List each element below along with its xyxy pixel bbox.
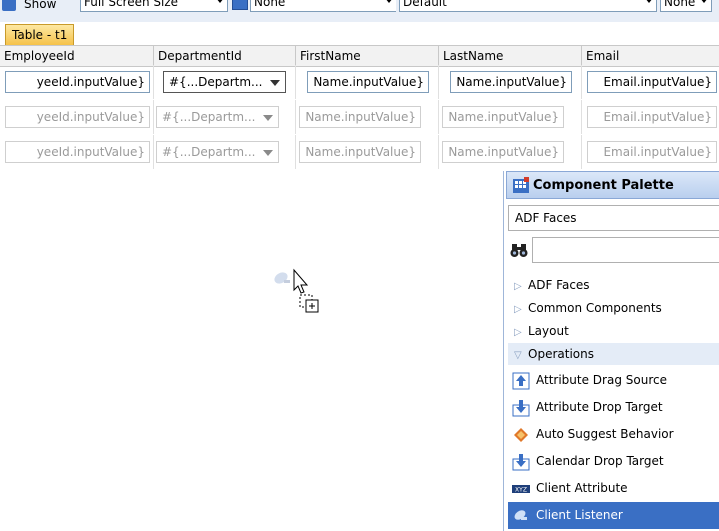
drag-cursor — [272, 268, 332, 318]
table-header-row: EmployeeId DepartmentId FirstName LastNa… — [0, 45, 719, 67]
firstname-input[interactable]: Name.inputValue} — [307, 71, 429, 93]
binoculars-icon — [510, 244, 528, 257]
employeeid-input[interactable]: yeeId.inputValue} — [5, 71, 150, 93]
expand-arrow-icon: ▷ — [514, 304, 522, 315]
collapse-arrow-icon: ▽ — [514, 350, 522, 361]
lastname-input[interactable]: Name.inputValue} — [442, 106, 564, 128]
palette-item-attribute-drop-target[interactable]: Attribute Drop Target — [508, 394, 719, 421]
skin-icon — [232, 0, 248, 10]
palette-search-input[interactable] — [532, 237, 719, 263]
palette-item-attribute-drag-source[interactable]: Attribute Drag Source — [508, 367, 719, 394]
component-palette: Component Palette ADF Faces ▷ ADF Faces ▷… — [503, 171, 719, 531]
table-row: yeeId.inputValue} #{...Departm... Name.i… — [0, 100, 719, 134]
skin-select[interactable]: None — [250, 0, 396, 12]
email-input[interactable]: Email.inputValue} — [587, 141, 717, 163]
category-common-components[interactable]: ▷ Common Components — [508, 297, 719, 319]
firstname-input[interactable]: Name.inputValue} — [299, 106, 421, 128]
chevron-down-icon — [270, 80, 280, 86]
right-select[interactable]: None — [660, 0, 712, 12]
client-attribute-icon: XYZ — [512, 484, 530, 493]
column-header-employeeid[interactable]: EmployeeId — [0, 46, 154, 66]
email-input[interactable]: Email.inputValue} — [587, 71, 717, 93]
designer-toolbar: Show Full Screen Size None Default None — [0, 0, 719, 22]
chevron-down-icon — [263, 115, 273, 121]
expand-arrow-icon: ▷ — [514, 327, 522, 338]
chevron-down-icon — [263, 150, 273, 156]
palette-item-client-attribute[interactable]: XYZ Client Attribute — [508, 475, 719, 502]
table-tab[interactable]: Table - t1 — [5, 24, 75, 45]
palette-item-auto-suggest-behavior[interactable]: Auto Suggest Behavior — [508, 421, 719, 448]
client-listener-icon — [514, 509, 527, 520]
palette-item-client-listener[interactable]: Client Listener — [508, 502, 719, 529]
column-header-firstname[interactable]: FirstName — [296, 46, 439, 66]
palette-title: Component Palette — [533, 177, 674, 193]
show-menu[interactable]: Show — [24, 0, 56, 11]
palette-title-bar[interactable]: Component Palette — [506, 171, 719, 199]
lastname-input[interactable]: Name.inputValue} — [450, 71, 572, 93]
table-row: yeeId.inputValue} #{...Departm... Name.i… — [0, 135, 719, 169]
palette-grid-icon — [513, 177, 529, 193]
employeeid-input[interactable]: yeeId.inputValue} — [5, 106, 150, 128]
firstname-input[interactable]: Name.inputValue} — [299, 141, 421, 163]
palette-search — [508, 237, 719, 263]
expand-arrow-icon: ▷ — [514, 281, 522, 292]
drag-drop-cursor-icon — [274, 268, 319, 313]
category-adf-faces[interactable]: ▷ ADF Faces — [508, 274, 719, 296]
employeeid-input[interactable]: yeeId.inputValue} — [5, 141, 150, 163]
departmentid-select[interactable]: #{...Departm... — [156, 106, 279, 128]
lastname-input[interactable]: Name.inputValue} — [442, 141, 564, 163]
column-header-lastname[interactable]: LastName — [439, 46, 582, 66]
departmentid-select[interactable]: #{...Departm... — [156, 141, 279, 163]
category-operations[interactable]: ▽ Operations — [508, 343, 719, 365]
attribute-drag-source-icon — [512, 372, 530, 389]
category-layout[interactable]: ▷ Layout — [508, 320, 719, 342]
svg-text:XYZ: XYZ — [515, 486, 527, 493]
attribute-drop-target-icon — [512, 399, 530, 416]
screen-size-select[interactable]: Full Screen Size — [80, 0, 228, 12]
email-input[interactable]: Email.inputValue} — [587, 106, 717, 128]
default-select[interactable]: Default — [399, 0, 657, 12]
calendar-drop-target-icon — [512, 453, 530, 470]
table-row: yeeId.inputValue} #{...Departm... Name.i… — [0, 65, 719, 99]
column-header-email[interactable]: Email — [582, 46, 719, 66]
view-icon[interactable] — [2, 0, 16, 11]
palette-item-calendar-drop-target[interactable]: Calendar Drop Target — [508, 448, 719, 475]
library-select[interactable]: ADF Faces — [508, 205, 719, 231]
column-header-departmentid[interactable]: DepartmentId — [154, 46, 296, 66]
auto-suggest-icon — [514, 427, 528, 442]
departmentid-select[interactable]: #{...Departm... — [163, 71, 286, 93]
